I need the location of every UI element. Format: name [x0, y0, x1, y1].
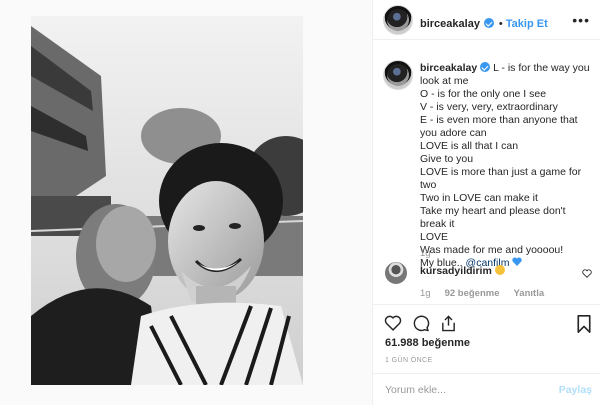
caption-line-10: LOVE: [420, 231, 449, 243]
comment-likes[interactable]: 92 beğenme: [445, 288, 500, 299]
more-options-icon[interactable]: •••: [572, 12, 590, 28]
blue-heart-emoji-icon: [512, 257, 523, 266]
follow-button[interactable]: Takip Et: [506, 18, 548, 30]
caption-line-11: Was made for me and yoooou!: [420, 244, 564, 256]
verified-badge-icon: [484, 18, 495, 28]
author-row: birceakalay • Takip Et: [420, 14, 548, 32]
author-avatar[interactable]: [383, 5, 413, 35]
bookmark-icon[interactable]: [577, 315, 591, 333]
caption-line-5: LOVE is all that I can: [420, 140, 519, 152]
post-comment-button[interactable]: Paylaş: [559, 384, 592, 396]
post-header: birceakalay • Takip Et •••: [373, 0, 600, 40]
action-bar: [373, 304, 600, 340]
caption-author-avatar[interactable]: [383, 60, 413, 90]
caption-time[interactable]: 1g: [420, 248, 431, 259]
verified-badge-icon: [480, 62, 491, 72]
heart-icon[interactable]: [384, 315, 402, 331]
caption-line-2: O - is for the only one I see: [420, 88, 547, 100]
likes-count[interactable]: 61.988 beğenme: [385, 337, 470, 349]
comment-body: kursadyildirim: [420, 265, 505, 277]
caption-line-7: LOVE is more than just a game for two: [420, 166, 582, 191]
author-username[interactable]: birceakalay: [420, 18, 480, 30]
caption-username[interactable]: birceakalay: [420, 62, 477, 74]
post-timestamp[interactable]: 1 GÜN ÖNCE: [385, 357, 433, 364]
comments-area: birceakalay L - is for the way you look …: [373, 40, 600, 304]
caption-line-3: V - is very, very, extraordinary: [420, 101, 558, 113]
smile-emoji-icon: [494, 265, 505, 275]
caption-line-6: Give to you: [420, 153, 474, 165]
comment-composer: Paylaş: [373, 373, 600, 405]
comment-heart-icon[interactable]: [582, 269, 592, 278]
comment-icon[interactable]: [412, 315, 430, 332]
caption-line-9: Take my heart and please don't break it: [420, 205, 566, 230]
commenter-avatar[interactable]: [385, 262, 407, 284]
comment-meta: 1g 92 beğenme Yanıtla: [420, 288, 544, 299]
commenter-username[interactable]: kursadyildirim: [420, 265, 492, 277]
caption-line-4: E - is even more than anyone that you ad…: [420, 114, 578, 139]
post-sidebar: birceakalay • Takip Et ••• birceakalay L…: [373, 0, 600, 405]
caption-line-8: Two in LOVE can make it: [420, 192, 538, 204]
post-photo-image: [31, 16, 303, 385]
share-icon[interactable]: [440, 315, 457, 332]
caption-text: birceakalay L - is for the way you look …: [420, 62, 592, 270]
reply-button[interactable]: Yanıtla: [514, 288, 545, 299]
photo-panel: [0, 0, 373, 405]
comment-time[interactable]: 1g: [420, 288, 431, 299]
post-photo[interactable]: [31, 16, 303, 385]
comment-input[interactable]: [385, 381, 545, 399]
dot-separator: •: [498, 18, 506, 30]
